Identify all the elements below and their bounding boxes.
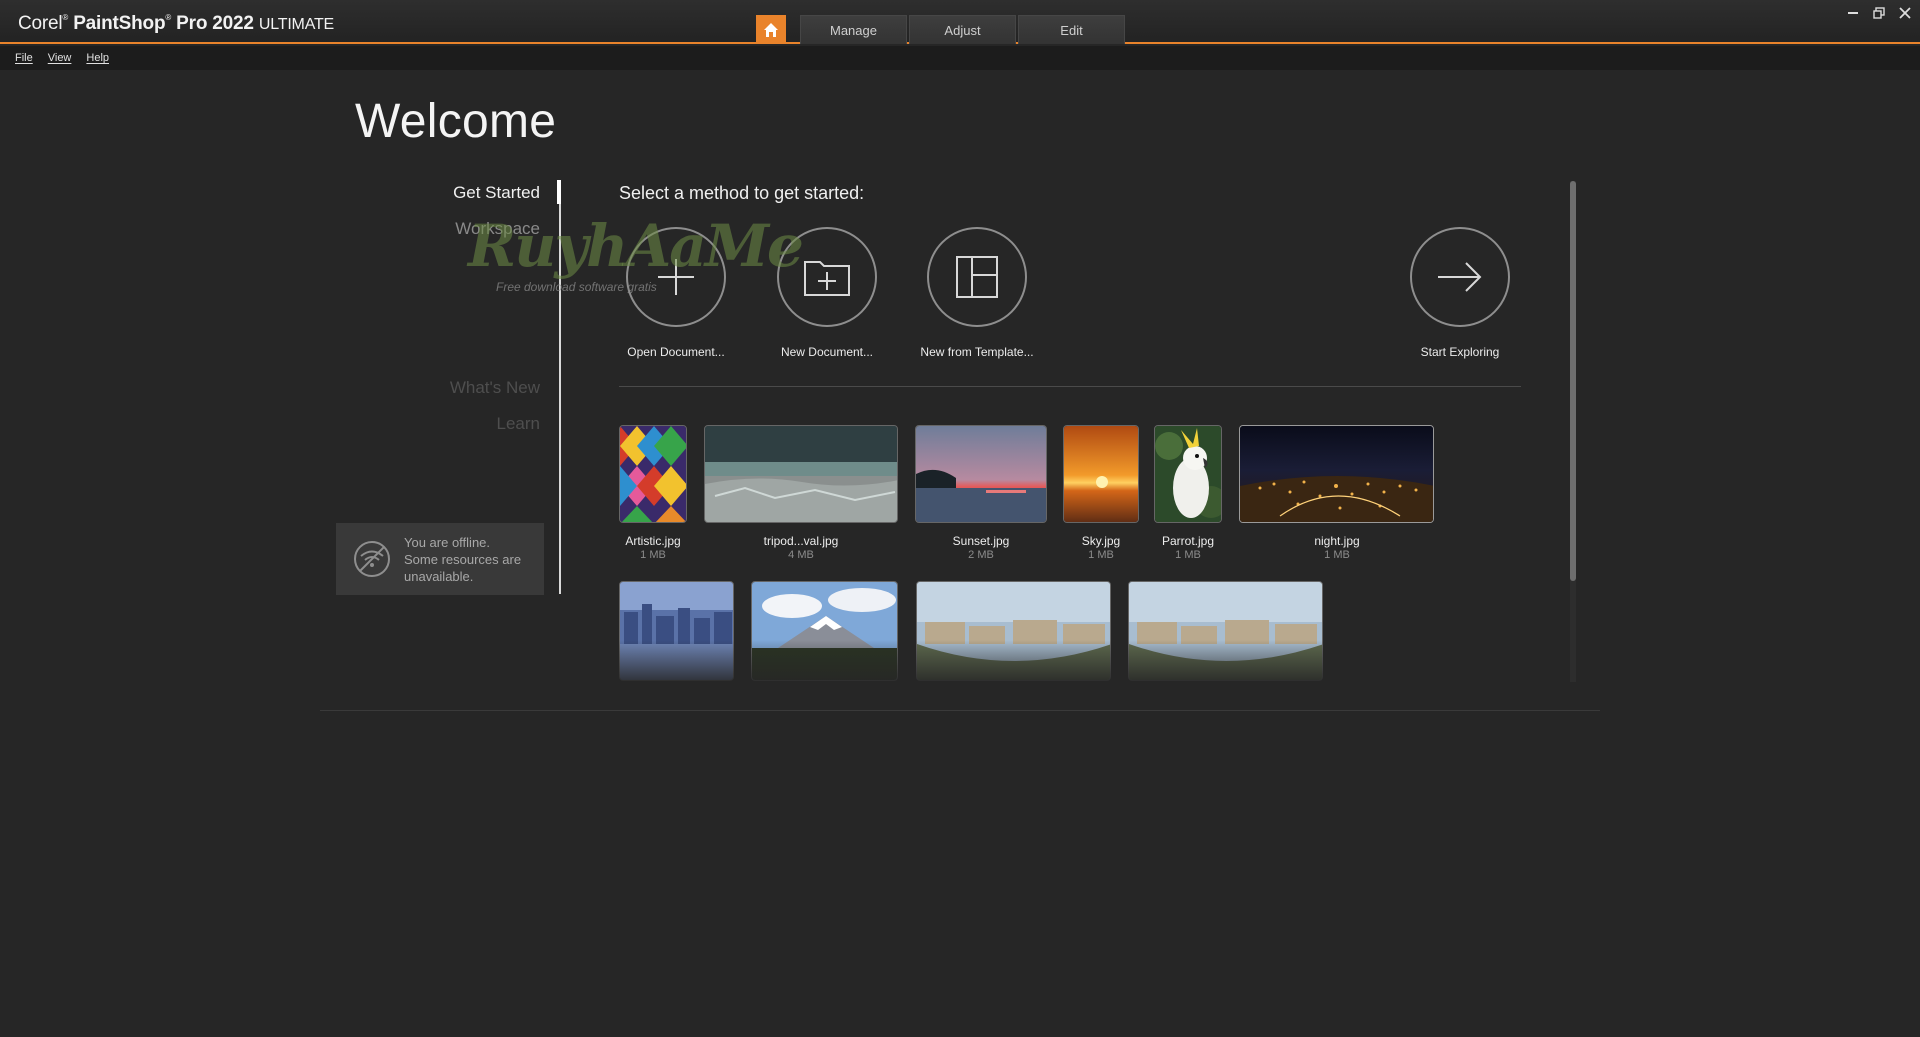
offline-line-3: unavailable. — [404, 568, 474, 584]
recent-file-size: 4 MB — [788, 549, 814, 561]
tab-adjust[interactable]: Adjust — [909, 15, 1016, 44]
menu-help[interactable]: Help — [86, 52, 109, 64]
recent-file-thumbnail[interactable] — [1154, 425, 1222, 523]
start-exploring-label: Start Exploring — [1420, 345, 1500, 359]
new-from-template-button[interactable]: New from Template... — [907, 227, 1047, 359]
scrollbar-thumb[interactable] — [1570, 181, 1576, 581]
offline-line-1: You are offline. — [404, 534, 491, 550]
recent-file-name[interactable]: Sky.jpg — [1051, 534, 1151, 548]
nav-item-whats-new[interactable]: What's New — [450, 378, 540, 398]
nav-item-get-started[interactable]: Get Started — [453, 183, 540, 203]
recent-file-name[interactable]: night.jpg — [1287, 534, 1387, 548]
artistic-thumbnail-image — [620, 426, 686, 522]
open-document-label: Open Document... — [627, 345, 725, 359]
start-exploring-button[interactable]: Start Exploring — [1390, 227, 1530, 359]
offline-icon — [354, 541, 390, 577]
recent-file-size: 1 MB — [1324, 549, 1350, 561]
sunset-thumbnail-image — [916, 426, 1046, 522]
open-document-circle — [626, 227, 726, 327]
template-icon — [956, 256, 998, 298]
plus-icon — [658, 259, 694, 295]
recent-file-size: 1 MB — [1088, 549, 1114, 561]
recent-file-size: 1 MB — [640, 549, 666, 561]
minimize-button[interactable] — [1846, 6, 1860, 20]
recent-file-size: 2 MB — [968, 549, 994, 561]
section-divider — [619, 386, 1521, 387]
new-document-circle — [777, 227, 877, 327]
tab-home[interactable] — [756, 15, 786, 44]
new-from-template-circle — [927, 227, 1027, 327]
nav-divider — [559, 180, 561, 594]
nav-item-workspace[interactable]: Workspace — [455, 219, 540, 239]
recent-file-size: 1 MB — [1175, 549, 1201, 561]
arrow-right-icon — [1438, 262, 1482, 292]
app-title-edition: ULTIMATE — [258, 16, 335, 33]
app-title-product: PaintShop — [73, 13, 166, 34]
parrot-thumbnail-image — [1155, 426, 1221, 522]
menu-bar: File View Help — [0, 46, 1920, 70]
recent-file-name[interactable]: tripod...val.jpg — [751, 534, 851, 548]
app-title-prefix: Corel — [18, 13, 63, 34]
night-thumbnail-image — [1240, 426, 1433, 522]
nav-active-indicator — [557, 180, 561, 204]
workspace-tabs: Manage Adjust Edit — [756, 15, 1125, 44]
close-icon — [1899, 7, 1911, 19]
recent-file-name[interactable]: Parrot.jpg — [1138, 534, 1238, 548]
window-controls — [1846, 6, 1912, 20]
thumbnail-fade — [612, 640, 1332, 685]
minimize-icon — [1848, 12, 1858, 14]
restore-button[interactable] — [1872, 6, 1886, 20]
tab-manage[interactable]: Manage — [800, 15, 907, 44]
app-title: Corel® PaintShop® Pro 2022 ULTIMATE — [18, 13, 335, 34]
select-method-heading: Select a method to get started: — [619, 183, 865, 203]
recent-file-thumbnail[interactable] — [1063, 425, 1139, 523]
recent-file-thumbnail[interactable] — [1239, 425, 1434, 523]
title-bar: Corel® PaintShop® Pro 2022 ULTIMATE Mana… — [0, 0, 1920, 44]
new-from-template-label: New from Template... — [920, 345, 1034, 359]
menu-file[interactable]: File — [15, 52, 33, 64]
close-button[interactable] — [1898, 6, 1912, 20]
offline-notice: You are offline. Some resources are unav… — [336, 523, 544, 595]
sky-thumbnail-image — [1064, 426, 1138, 522]
offline-message: You are offline. Some resources are unav… — [404, 534, 521, 585]
recent-file-thumbnail[interactable] — [619, 425, 687, 523]
new-document-button[interactable]: New Document... — [757, 227, 897, 359]
recent-file-name[interactable]: Sunset.jpg — [931, 534, 1031, 548]
start-exploring-circle — [1410, 227, 1510, 327]
folder-plus-icon — [804, 261, 850, 296]
offline-line-2: Some resources are — [404, 551, 522, 567]
page-title: Welcome — [355, 95, 557, 148]
bottom-divider — [320, 710, 1600, 711]
new-document-label: New Document... — [780, 345, 874, 359]
recent-file-name[interactable]: Artistic.jpg — [603, 534, 703, 548]
tripod-thumbnail-image — [705, 426, 897, 522]
recent-file-thumbnail[interactable] — [704, 425, 898, 523]
app-title-version: Pro 2022 — [176, 13, 254, 34]
open-document-button[interactable]: Open Document... — [606, 227, 746, 359]
tab-edit[interactable]: Edit — [1018, 15, 1125, 44]
nav-item-learn[interactable]: Learn — [497, 414, 540, 434]
recent-file-thumbnail[interactable] — [915, 425, 1047, 523]
menu-view[interactable]: View — [48, 52, 72, 64]
restore-icon — [1873, 7, 1885, 19]
home-icon — [764, 22, 778, 37]
